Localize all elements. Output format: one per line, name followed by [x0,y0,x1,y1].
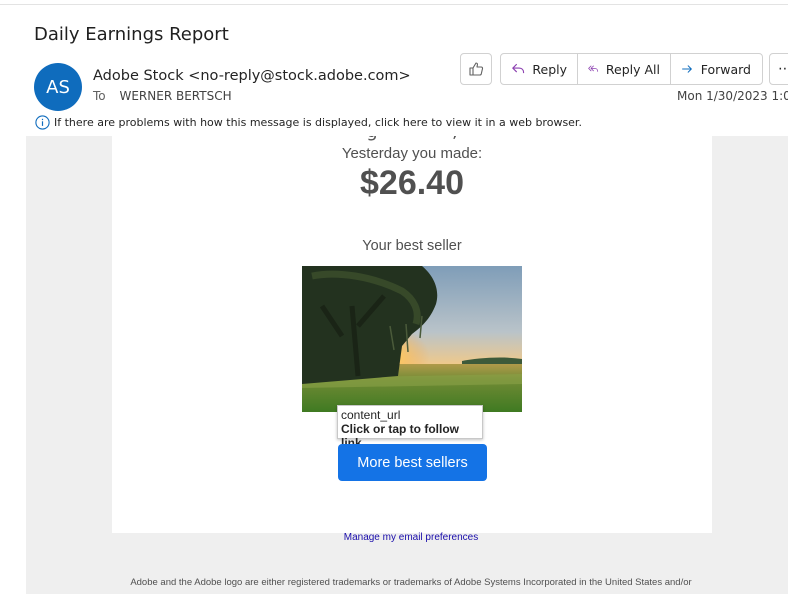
sender-avatar[interactable]: AS [34,63,82,111]
thumbs-up-icon [469,62,484,76]
reply-icon [512,63,525,74]
earnings-amount: $26.40 [360,164,464,202]
ellipsis-icon: ⋯ [778,61,788,77]
tooltip-url: content_url [341,408,401,422]
reply-button[interactable]: Reply [501,54,577,84]
email-content-card: g , Yesterday you made: $26.40 Your best… [112,136,712,533]
recipient-line: To WERNER BERTSCH [93,89,232,103]
manage-preferences-link[interactable]: Manage my email preferences [0,532,788,543]
top-divider [0,4,788,5]
earnings-label: Yesterday you made: [341,145,483,162]
more-actions-button[interactable]: ⋯ [769,53,788,85]
reply-all-label: Reply All [605,61,660,77]
reply-label: Reply [532,61,567,77]
message-actions: Reply Reply All Forward [500,53,763,85]
notice-text: If there are problems with how this mess… [54,116,582,129]
received-date: Mon 1/30/2023 1:07 P [677,89,788,103]
best-seller-image[interactable] [302,266,522,412]
clipped-heading: g , [112,136,712,142]
forward-icon [682,65,692,73]
link-tooltip: content_url Click or tap to follow link. [337,405,483,450]
legal-footer-text: Adobe and the Adobe logo are either regi… [130,577,692,588]
to-label: To [93,89,106,103]
forward-label: Forward [700,61,751,77]
display-problem-notice[interactable]: If there are problems with how this mess… [35,115,582,130]
reply-all-button[interactable]: Reply All [577,54,670,84]
reply-all-icon [588,65,599,72]
info-icon [35,115,50,130]
best-seller-label: Your best seller [362,238,462,254]
recipient-name[interactable]: WERNER BERTSCH [119,89,231,103]
sender-name[interactable]: Adobe Stock <no-reply@stock.adobe.com> [93,68,411,84]
more-best-sellers-button[interactable]: More best sellers [338,444,487,481]
forward-button[interactable]: Forward [670,54,761,84]
avatar-initials: AS [46,76,70,98]
email-subject: Daily Earnings Report [34,24,229,45]
like-button[interactable] [460,53,492,85]
